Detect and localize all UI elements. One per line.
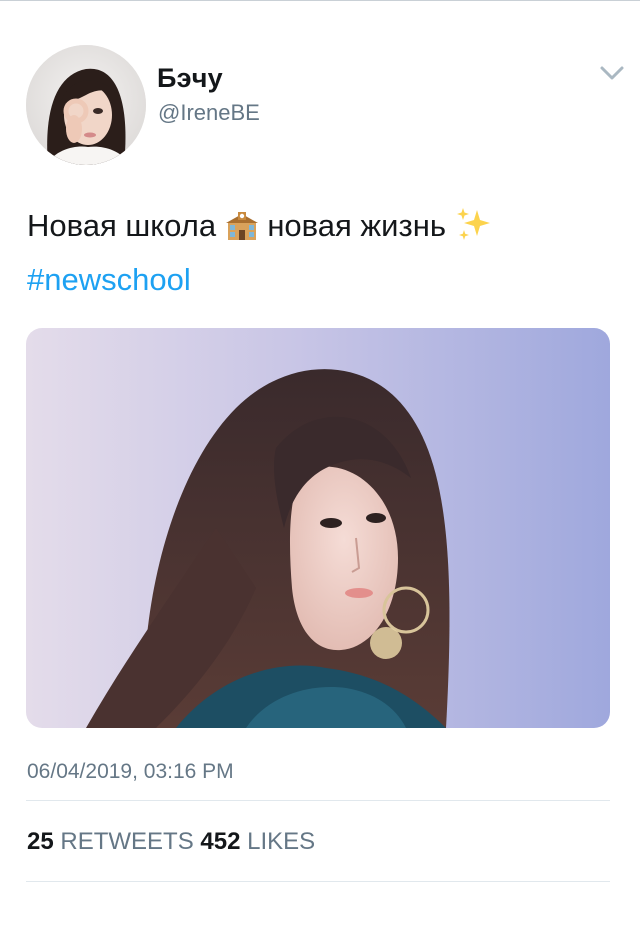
divider	[26, 881, 610, 882]
sparkles-icon	[455, 206, 493, 250]
likes-label: LIKES	[247, 828, 316, 855]
author-display-name[interactable]: Бэчу	[157, 63, 223, 94]
school-building-icon	[225, 210, 259, 250]
tweet-stats: 25 RETWEETS 452 LIKES	[27, 828, 315, 856]
retweets-count: 25	[27, 828, 54, 855]
hashtag-link[interactable]: #newschool	[27, 262, 191, 298]
likes-stat[interactable]: 452 LIKES	[200, 828, 315, 855]
avatar-photo	[26, 45, 146, 165]
avatar[interactable]	[26, 45, 146, 165]
divider	[26, 800, 610, 801]
media-photo	[26, 328, 610, 728]
chevron-down-icon[interactable]	[598, 62, 626, 86]
tweet-timestamp[interactable]: 06/04/2019, 03:16 PM	[27, 760, 234, 784]
author-handle[interactable]: @IreneBE	[158, 100, 260, 126]
tweet-text-part1: Новая школа	[27, 208, 217, 243]
likes-count: 452	[200, 828, 241, 855]
top-divider	[0, 0, 640, 1]
tweet-text-part2: новая жизнь	[267, 208, 446, 243]
retweets-label: RETWEETS	[60, 828, 194, 855]
tweet-text: Новая школа новая жизнь	[27, 206, 493, 250]
tweet-media-image[interactable]	[26, 328, 610, 728]
retweets-stat[interactable]: 25 RETWEETS	[27, 828, 200, 855]
